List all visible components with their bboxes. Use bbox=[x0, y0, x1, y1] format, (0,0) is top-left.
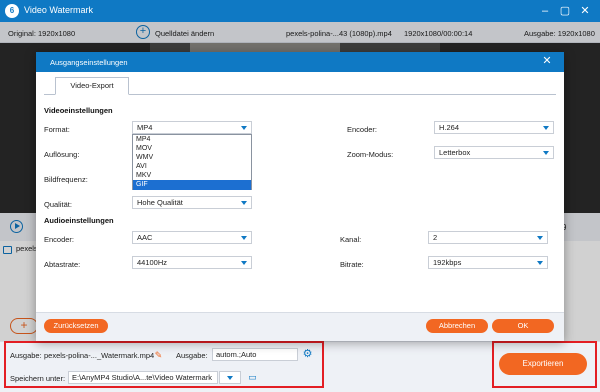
zoom-mode-select[interactable]: Letterbox bbox=[434, 146, 554, 159]
resolution-label: Auflösung: bbox=[44, 150, 80, 159]
dialog-title: Ausgangseinstellungen bbox=[50, 58, 128, 67]
quality-value: Hohe Qualität bbox=[137, 198, 183, 207]
encoder-label: Encoder: bbox=[347, 125, 378, 134]
zoom-mode-value: Letterbox bbox=[439, 148, 471, 157]
window-title: Video Watermark bbox=[24, 5, 94, 15]
audio-settings-heading: Audioeinstellungen bbox=[44, 216, 114, 225]
channel-value: 2 bbox=[433, 233, 438, 242]
encoder-value: H.264 bbox=[439, 123, 460, 132]
audio-encoder-select[interactable]: AAC bbox=[132, 231, 252, 244]
chevron-down-icon bbox=[241, 236, 247, 240]
tab-video-export[interactable]: Video-Export bbox=[55, 77, 129, 95]
format-option-selected[interactable]: GIF bbox=[133, 180, 251, 190]
chevron-down-icon bbox=[537, 236, 543, 240]
samplerate-label: Abtastrate: bbox=[44, 260, 81, 269]
chevron-down-icon bbox=[241, 126, 247, 130]
bitrate-value: 192kbps bbox=[433, 258, 462, 267]
bitrate-label: Bitrate: bbox=[340, 260, 364, 269]
format-label: Format: bbox=[44, 125, 70, 134]
ok-button[interactable]: OK bbox=[492, 319, 554, 333]
highlight-box-export bbox=[492, 341, 597, 388]
reset-button[interactable]: Zurücksetzen bbox=[44, 319, 108, 333]
samplerate-select[interactable]: 44100Hz bbox=[132, 256, 252, 269]
zoom-mode-label: Zoom-Modus: bbox=[347, 150, 394, 159]
close-icon[interactable]: ✕ bbox=[540, 54, 554, 68]
format-value: MP4 bbox=[137, 123, 153, 132]
highlight-box-output bbox=[4, 341, 324, 388]
bitrate-select[interactable]: 192kbps bbox=[428, 256, 548, 269]
quality-label: Qualität: bbox=[44, 200, 72, 209]
minimize-icon[interactable]: – bbox=[537, 3, 553, 19]
format-select[interactable]: MP4 bbox=[132, 121, 252, 134]
framerate-label: Bildfrequenz: bbox=[44, 175, 88, 184]
app-logo-icon: 6 bbox=[5, 4, 19, 18]
samplerate-value: 44100Hz bbox=[137, 258, 168, 267]
chevron-down-icon bbox=[241, 201, 247, 205]
maximize-icon[interactable]: ▢ bbox=[557, 3, 573, 19]
audio-encoder-label: Encoder: bbox=[44, 235, 75, 244]
channel-select[interactable]: 2 bbox=[428, 231, 548, 244]
chevron-down-icon bbox=[543, 151, 549, 155]
chevron-down-icon bbox=[537, 261, 543, 265]
chevron-down-icon bbox=[241, 261, 247, 265]
cancel-button[interactable]: Abbrechen bbox=[426, 319, 488, 333]
quality-select[interactable]: Hohe Qualität bbox=[132, 196, 252, 209]
chevron-down-icon bbox=[543, 126, 549, 130]
channel-label: Kanal: bbox=[340, 235, 362, 244]
close-icon[interactable]: ✕ bbox=[577, 3, 593, 19]
encoder-select[interactable]: H.264 bbox=[434, 121, 554, 134]
video-settings-heading: Videoeinstellungen bbox=[44, 106, 113, 115]
audio-encoder-value: AAC bbox=[137, 233, 153, 242]
output-settings-dialog bbox=[36, 52, 564, 341]
